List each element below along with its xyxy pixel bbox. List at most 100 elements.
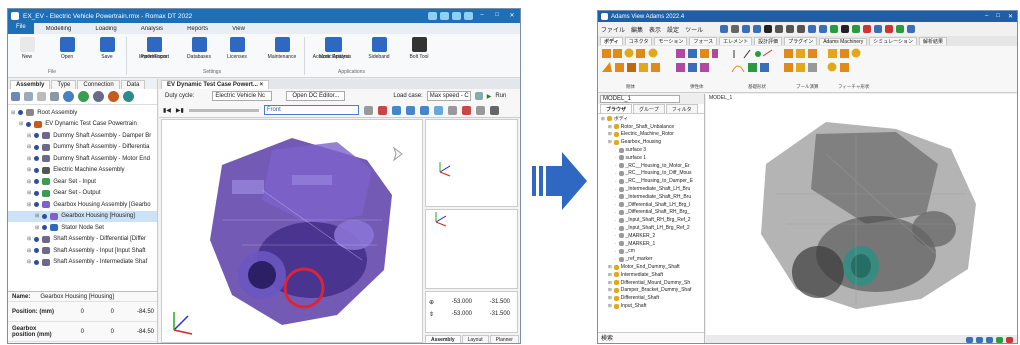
tree-expander-icon[interactable]: ⊞ (608, 131, 612, 137)
list-item[interactable]: ⊞ Rotor_Shaft_Unbalance (598, 123, 704, 131)
property-value[interactable]: -84.50 (114, 309, 154, 315)
left-panel-tab[interactable]: Data (120, 79, 146, 89)
open-model-icon[interactable] (731, 25, 740, 33)
gear-teal-icon[interactable] (123, 91, 134, 102)
list-item[interactable]: ⊞ Differential_Mount_Dummy_Sh (598, 279, 704, 287)
property-value[interactable]: 0 (84, 309, 114, 315)
adams-3d-viewport[interactable]: MODEL_1 (706, 94, 1017, 335)
list-item[interactable]: · _RC__Housing_to_Motor_Er (598, 162, 704, 170)
animation-slider[interactable] (188, 108, 259, 112)
adams-minimize-icon[interactable]: – (985, 13, 988, 20)
select-arrow-icon[interactable] (764, 25, 773, 33)
close-icon[interactable]: ✕ (506, 12, 518, 20)
tree-expander-icon[interactable]: ⊞ (608, 303, 612, 309)
tree-expander-icon[interactable]: · (615, 179, 617, 184)
visibility-icon[interactable] (34, 179, 40, 185)
ribbon-tab[interactable]: コネクタ (624, 37, 653, 45)
document-tab[interactable]: EV Dynamic Test Case Powert... × (161, 79, 270, 89)
status-icon[interactable] (976, 336, 983, 343)
table-row[interactable]: ⊞ Shaft Assembly - Intermediate Shaf (8, 257, 157, 269)
table-row[interactable]: ⊞ Gear Set - Input (8, 176, 157, 188)
main-3d-viewport[interactable] (161, 119, 423, 343)
tree-expander-icon[interactable]: ⊞ (601, 116, 605, 122)
property-value[interactable]: -84.50 (114, 329, 154, 335)
adams-ribbon-icons[interactable] (598, 46, 1017, 82)
expand-icon[interactable]: ⊞ (27, 167, 31, 173)
menu-item[interactable]: 表示 (649, 25, 661, 34)
step-forward-icon[interactable]: ▶▮ (176, 107, 184, 114)
refresh-icon[interactable] (474, 92, 483, 100)
tree-expander-icon[interactable]: ⊞ (608, 139, 612, 145)
list-item[interactable]: · _RC__Housing_to_Diff_Mous (598, 170, 704, 178)
ribbon-button[interactable]: Open (52, 37, 82, 60)
table-row[interactable]: ⊞ Root Assembly (8, 107, 157, 119)
undo-icon[interactable] (742, 25, 751, 33)
table-row[interactable]: ⊞ Electric Machine Assembly (8, 165, 157, 177)
table-row[interactable]: ⊞ Gearbox Housing Assembly [Gearbo (8, 199, 157, 211)
tree-expander-icon[interactable]: · (615, 194, 617, 199)
settings-view-icon[interactable] (475, 105, 485, 115)
expand-icon[interactable]: ⊞ (19, 121, 23, 127)
search-icon[interactable] (11, 92, 20, 101)
list-item[interactable]: ⊞ Differential_Shaft (598, 294, 704, 302)
tree-expander-icon[interactable]: ⊞ (608, 287, 612, 293)
list-item[interactable]: · _Differential_Shaft_RH_Brg_ (598, 209, 704, 217)
table-row[interactable]: ⊞ EV Dynamic Test Case Powertrain (8, 119, 157, 131)
visibility-icon[interactable] (34, 144, 40, 150)
gear-green-icon[interactable] (78, 91, 89, 102)
tree-expander-icon[interactable]: · (615, 187, 617, 192)
bottom-tab[interactable]: Assembly (425, 334, 461, 343)
tree-expander-icon[interactable]: · (615, 163, 617, 168)
run-label[interactable]: Run (495, 93, 506, 99)
ribbon-button[interactable]: Bolt Tool (404, 37, 434, 60)
quick-undo-icon[interactable] (440, 12, 449, 20)
expand-icon[interactable]: ⊞ (27, 202, 31, 208)
tree-expander-icon[interactable]: · (615, 233, 617, 238)
select-icon[interactable] (433, 105, 443, 115)
ribbon-button[interactable]: Databases (184, 37, 214, 60)
expand-icon[interactable]: ⊞ (27, 156, 31, 162)
axis-icon[interactable] (461, 105, 471, 115)
list-item[interactable]: · _Input_Shaft_LH_Brg_Ref_2 (598, 224, 704, 232)
tree-expander-icon[interactable]: · (615, 155, 617, 160)
list-item[interactable]: ⊞ ボディ (598, 115, 704, 123)
load-case-select[interactable]: Max speed - C (426, 91, 471, 101)
visibility-icon[interactable] (34, 190, 40, 196)
tree-expander-icon[interactable]: · (615, 257, 617, 262)
ribbon-button[interactable]: Preferences (132, 37, 176, 60)
gear-orange-icon[interactable] (108, 91, 119, 102)
ribbon-button[interactable]: Sideband (364, 37, 394, 60)
expand-icon[interactable]: ⊞ (35, 225, 39, 231)
tree-expander-icon[interactable]: · (615, 202, 617, 207)
menu-item[interactable]: ファイル (601, 25, 625, 34)
info-icon[interactable] (489, 105, 499, 115)
left-panel-tab[interactable]: Type (51, 79, 77, 89)
expand-icon[interactable]: ⊞ (27, 144, 31, 150)
render-view-select[interactable]: Front (263, 105, 359, 115)
ribbon-tab[interactable]: Adams Machinery (819, 37, 868, 45)
ribbon-button[interactable]: Licenses (222, 37, 252, 60)
visibility-icon[interactable] (34, 202, 40, 208)
ribbon-button[interactable]: Acoustic Analysis (310, 37, 354, 60)
tree-expander-icon[interactable]: ⊞ (608, 295, 612, 301)
list-item[interactable]: · _Intermediate_Shaft_LH_Bru (598, 185, 704, 193)
filter-icon[interactable] (24, 92, 33, 101)
visibility-icon[interactable] (18, 110, 24, 116)
table-row[interactable]: ⊞ Stator Node Set (8, 222, 157, 234)
list-item[interactable]: · _RC__Housing_to_Damper_E (598, 177, 704, 185)
status-icon[interactable] (996, 336, 1003, 343)
property-value[interactable]: 0 (54, 329, 84, 335)
rotate-view-icon[interactable] (797, 25, 806, 33)
visibility-icon[interactable] (34, 167, 40, 173)
quick-access-icon[interactable] (428, 12, 437, 20)
left-panel-tab[interactable]: Assembly (10, 79, 51, 89)
ribbon-tab[interactable]: Modelling (46, 26, 72, 32)
property-value[interactable]: 0 (84, 329, 114, 335)
ribbon-button[interactable]: Save (92, 37, 122, 60)
list-item[interactable]: · surface 1 (598, 154, 704, 162)
tree-expander-icon[interactable]: ⊞ (608, 124, 612, 130)
bottom-tab[interactable]: Planner (489, 334, 519, 343)
ribbon-button[interactable]: New (12, 37, 42, 60)
browser-tab[interactable]: グループ (633, 104, 665, 113)
expand-icon[interactable]: ⊞ (27, 248, 31, 254)
